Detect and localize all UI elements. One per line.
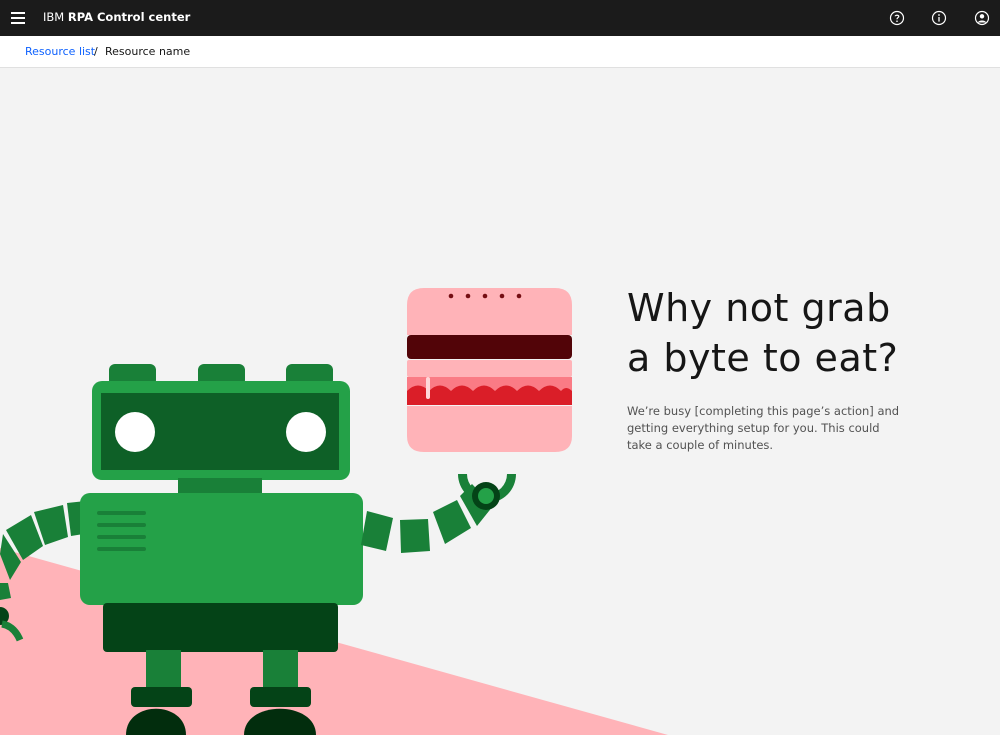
burger-icon [407, 288, 572, 452]
hamburger-menu-icon[interactable] [11, 12, 25, 24]
burger-bottom-bun [407, 406, 572, 452]
breadcrumb: Resource list / Resource name [0, 36, 1000, 68]
info-icon[interactable] [931, 10, 947, 26]
breadcrumb-separator: / [94, 45, 98, 58]
brand-product: RPA Control center [67, 10, 191, 24]
robot-right-leg [263, 650, 298, 690]
brand-prefix: IBM [43, 10, 65, 24]
robot-left-leg [146, 650, 181, 690]
headline-line-2: a byte to eat? [627, 336, 899, 380]
burger-patty [407, 335, 572, 359]
burger-drip [426, 377, 430, 399]
robot-right-ankle [250, 687, 311, 707]
burger-layer [407, 360, 572, 377]
robot-burger-illustration [0, 288, 668, 735]
robot-left-eye [115, 412, 155, 452]
empty-state-headline: Why not grab a byte to eat? [627, 283, 898, 383]
user-avatar-icon[interactable] [974, 10, 990, 26]
robot-left-ankle [131, 687, 192, 707]
help-icon[interactable] [889, 10, 905, 26]
empty-state-message: We’re busy [completing this page’s actio… [627, 404, 900, 452]
robot-lower-torso [103, 603, 338, 652]
top-nav-bar: IBM RPA Control center [0, 0, 1000, 36]
breadcrumb-current-page: Resource name [105, 45, 191, 58]
burger-top-bun [407, 288, 572, 335]
robot-right-eye [286, 412, 326, 452]
breadcrumb-link-resource-list[interactable]: Resource list [25, 45, 95, 58]
app-title[interactable]: IBM RPA Control center [43, 10, 190, 24]
headline-line-1: Why not grab [627, 286, 891, 330]
